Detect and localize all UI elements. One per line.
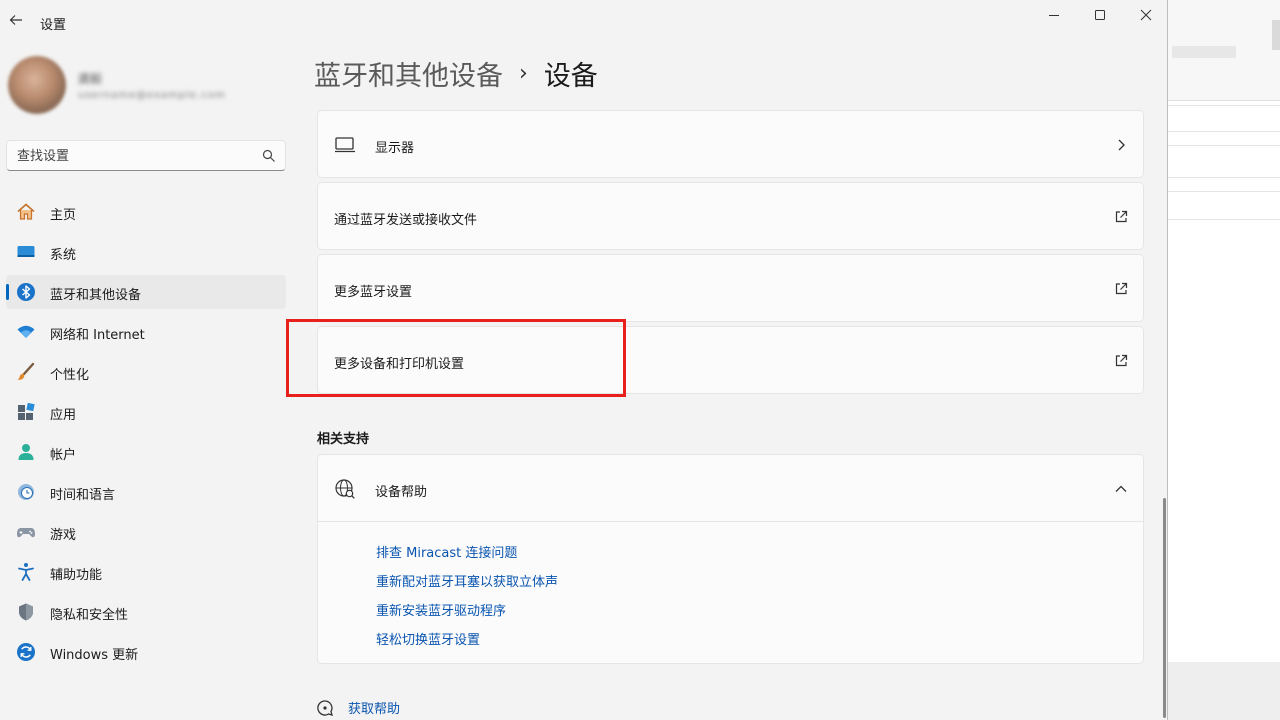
account-icon (16, 442, 36, 462)
card-label: 更多设备和打印机设置 (334, 357, 465, 372)
device-help-panel: 设备帮助 排查 Miracast 连接问题 重新配对蓝牙耳塞以获取立体声 重新安… (317, 454, 1144, 664)
background-window-control (1272, 20, 1280, 50)
update-icon (16, 642, 36, 662)
background-window-field (1172, 46, 1236, 58)
sidebar-item-label: 网络和 Internet (50, 328, 145, 343)
close-button[interactable] (1124, 2, 1168, 28)
card-monitor[interactable]: 显示器 (317, 110, 1144, 178)
user-email: username@example.com (78, 90, 226, 101)
section-title: 相关支持 (317, 432, 370, 447)
card-more-devices-printers[interactable]: 更多设备和打印机设置 (317, 326, 1144, 394)
breadcrumb: 蓝牙和其他设备 › 设备 (314, 54, 598, 93)
search-icon[interactable] (261, 148, 277, 164)
time-language-icon (16, 482, 36, 502)
background-window-content (1168, 100, 1280, 662)
settings-window: 设置 龚毅 username@example.com 主页 系统 (0, 0, 1168, 720)
sidebar-item-label: 应用 (50, 408, 77, 423)
scrollbar[interactable] (1163, 498, 1166, 718)
get-help-label: 获取帮助 (348, 702, 401, 717)
brush-icon (16, 362, 36, 382)
shield-icon (16, 602, 36, 622)
external-link-icon (1115, 354, 1128, 367)
chevron-up-icon (1115, 485, 1127, 492)
help-link-reinstall-driver[interactable]: 重新安装蓝牙驱动程序 (376, 600, 506, 619)
wifi-icon (16, 322, 36, 342)
device-help-header[interactable]: 设备帮助 (318, 455, 1143, 522)
sidebar-item-label: 蓝牙和其他设备 (50, 288, 142, 303)
minimize-button[interactable] (1032, 2, 1076, 28)
accessibility-icon (16, 562, 36, 582)
sidebar-item-privacy[interactable]: 隐私和安全性 (6, 595, 286, 629)
maximize-icon (1095, 10, 1105, 20)
sidebar-item-system[interactable]: 系统 (6, 235, 286, 269)
maximize-button[interactable] (1078, 2, 1122, 28)
search-input[interactable] (17, 147, 257, 165)
arrow-left-icon (9, 15, 22, 25)
card-bluetooth-file-transfer[interactable]: 通过蓝牙发送或接收文件 (317, 182, 1144, 250)
help-chat-icon (317, 699, 333, 716)
card-more-bluetooth-settings[interactable]: 更多蓝牙设置 (317, 254, 1144, 322)
page-title: 设备 (543, 61, 598, 92)
back-button[interactable] (6, 12, 26, 32)
avatar[interactable] (8, 56, 66, 114)
sidebar-item-apps[interactable]: 应用 (6, 395, 286, 429)
bluetooth-icon (16, 282, 36, 302)
search-box[interactable] (6, 140, 286, 171)
sidebar-item-label: 辅助功能 (50, 568, 103, 583)
sidebar-item-label: 时间和语言 (50, 488, 116, 503)
sidebar-item-label: 个性化 (50, 368, 90, 383)
help-link-repair-earbuds[interactable]: 重新配对蓝牙耳塞以获取立体声 (376, 571, 558, 590)
sidebar-item-label: 主页 (50, 208, 77, 223)
sidebar-item-label: 帐户 (50, 448, 77, 463)
monitor-icon (335, 137, 355, 153)
card-label: 更多蓝牙设置 (334, 285, 413, 300)
sidebar-item-label: 系统 (50, 248, 77, 263)
app-title: 设置 (40, 18, 67, 33)
system-icon (16, 242, 36, 262)
help-link-toggle-bluetooth[interactable]: 轻松切换蓝牙设置 (376, 629, 480, 648)
close-icon (1140, 9, 1152, 21)
minimize-icon (1049, 15, 1059, 16)
user-name: 龚毅 (78, 72, 103, 86)
sidebar-item-gaming[interactable]: 游戏 (6, 515, 286, 549)
sidebar-item-label: 隐私和安全性 (50, 608, 129, 623)
sidebar-item-home[interactable]: 主页 (6, 195, 286, 229)
gaming-icon (16, 522, 36, 542)
external-link-icon (1115, 282, 1128, 295)
card-label: 通过蓝牙发送或接收文件 (334, 213, 478, 228)
sidebar-item-accounts[interactable]: 帐户 (6, 435, 286, 469)
breadcrumb-separator: › (519, 61, 528, 86)
sidebar-item-personalization[interactable]: 个性化 (6, 355, 286, 389)
sidebar-item-bluetooth[interactable]: 蓝牙和其他设备 (6, 275, 286, 309)
device-help-title: 设备帮助 (375, 485, 428, 500)
title-bar: 设置 (0, 0, 1168, 44)
sidebar-item-time-language[interactable]: 时间和语言 (6, 475, 286, 509)
sidebar-item-accessibility[interactable]: 辅助功能 (6, 555, 286, 589)
sidebar-item-network[interactable]: 网络和 Internet (6, 315, 286, 349)
background-window (1168, 0, 1280, 720)
apps-icon (16, 402, 36, 422)
breadcrumb-parent[interactable]: 蓝牙和其他设备 (314, 54, 503, 93)
help-link-miracast[interactable]: 排查 Miracast 连接问题 (376, 542, 517, 561)
get-help-link[interactable]: 获取帮助 (316, 698, 400, 717)
home-icon (16, 202, 36, 222)
sidebar-item-label: Windows 更新 (50, 648, 139, 663)
sidebar-item-windows-update[interactable]: Windows 更新 (6, 635, 286, 669)
chevron-right-icon (1118, 139, 1125, 151)
card-label: 显示器 (375, 141, 415, 156)
globe-help-icon (335, 479, 355, 499)
external-link-icon (1115, 210, 1128, 223)
sidebar-item-label: 游戏 (50, 528, 77, 543)
background-window-footer (1168, 662, 1280, 720)
